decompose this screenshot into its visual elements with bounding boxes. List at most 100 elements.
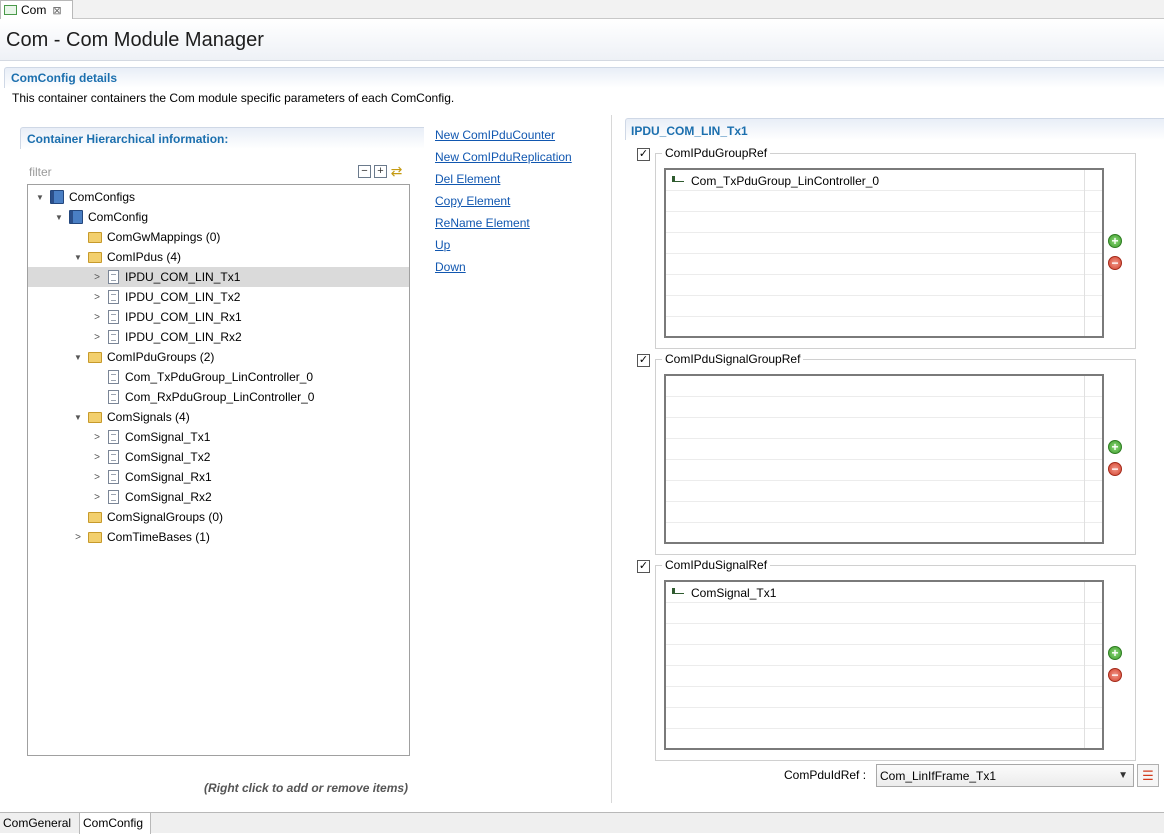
action-link-up[interactable]: Up <box>435 238 572 260</box>
remove-icon[interactable]: − <box>1108 462 1122 476</box>
reference-group-title: ComIPduGroupRef <box>662 146 771 160</box>
tab-comgeneral[interactable]: ComGeneral <box>0 813 80 834</box>
tree-node-label: ComSignal_Rx1 <box>125 470 212 484</box>
chevron-down-icon[interactable]: ▼ <box>34 193 46 202</box>
chevron-down-icon[interactable]: ▼ <box>53 213 65 222</box>
tree-node[interactable]: > IPDU_COM_LIN_Rx1 <box>28 307 409 327</box>
chevron-down-icon[interactable]: ▼ <box>72 353 84 362</box>
tree-node[interactable]: > IPDU_COM_LIN_Rx2 <box>28 327 409 347</box>
reference-list[interactable]: Com_TxPduGroup_LinController_0 <box>664 168 1104 338</box>
tree-node[interactable]: ▼ ComSignals (4) <box>28 407 409 427</box>
chevron-right-icon[interactable]: > <box>72 532 84 543</box>
action-link-rename-element[interactable]: ReName Element <box>435 216 572 238</box>
editor-tab-com[interactable]: Com ⊠ <box>0 0 73 19</box>
tree-node[interactable]: ComGwMappings (0) <box>28 227 409 247</box>
tree-toolbar: − + ⇄ <box>358 164 403 178</box>
chevron-right-icon[interactable]: > <box>91 272 103 283</box>
tree-node[interactable]: > ComSignal_Rx1 <box>28 467 409 487</box>
editor-tab-strip: Com ⊠ <box>0 0 1164 19</box>
action-link-down[interactable]: Down <box>435 260 572 282</box>
collapse-all-icon[interactable]: − <box>358 165 371 178</box>
action-links: New ComIPduCounter New ComIPduReplication… <box>435 128 572 282</box>
action-link-new-comipdureplication[interactable]: New ComIPduReplication <box>435 150 572 172</box>
list-item[interactable]: ComSignal_Tx1 <box>672 586 776 600</box>
chevron-right-icon[interactable]: > <box>91 432 103 443</box>
chevron-down-icon[interactable]: ▼ <box>72 413 84 422</box>
tree-node-label: IPDU_COM_LIN_Rx1 <box>125 310 242 324</box>
list-item-label: Com_TxPduGroup_LinController_0 <box>691 174 880 188</box>
tree-node[interactable]: ▼ ComConfigs <box>28 187 409 207</box>
reference-group: ComIPduGroupRef Com_TxPduGroup_LinControl… <box>655 146 1136 349</box>
tree-node[interactable]: ▼ ComIPdus (4) <box>28 247 409 267</box>
sync-icon[interactable]: ⇄ <box>390 164 403 178</box>
tree-node-label: IPDU_COM_LIN_Rx2 <box>125 330 242 344</box>
close-icon[interactable]: ⊠ <box>52 4 61 17</box>
chevron-right-icon[interactable]: > <box>91 292 103 303</box>
tree-node-label: ComIPdus (4) <box>107 250 182 264</box>
container-icon <box>50 190 64 204</box>
chevron-right-icon[interactable]: > <box>91 452 103 463</box>
tree-node-label: ComSignals (4) <box>107 410 190 424</box>
action-link-copy-element[interactable]: Copy Element <box>435 194 572 216</box>
container-tree[interactable]: ▼ ComConfigs ▼ ComConfig ComGwMappings (0) ▼ C… <box>27 184 410 756</box>
remove-icon[interactable]: − <box>1108 668 1122 682</box>
tree-node-label: ComSignal_Tx2 <box>125 450 211 464</box>
document-icon <box>108 370 119 384</box>
tab-comconfig[interactable]: ComConfig <box>80 813 151 834</box>
expand-all-icon[interactable]: + <box>374 165 387 178</box>
document-icon <box>108 450 119 464</box>
document-icon <box>108 310 119 324</box>
checkbox-comipdugroupref[interactable]: ✓ <box>637 148 650 161</box>
document-icon <box>108 470 119 484</box>
chevron-right-icon[interactable]: > <box>91 312 103 323</box>
tree-node-label: ComSignal_Rx2 <box>125 490 212 504</box>
tree-node[interactable]: > IPDU_COM_LIN_Tx2 <box>28 287 409 307</box>
tree-hint: (Right click to add or remove items) <box>204 781 409 795</box>
tree-node[interactable]: > ComSignal_Rx2 <box>28 487 409 507</box>
tree-node[interactable]: ComSignalGroups (0) <box>28 507 409 527</box>
reference-group-title: ComIPduSignalGroupRef <box>662 352 804 366</box>
tree-node[interactable]: > ComSignal_Tx2 <box>28 447 409 467</box>
folder-icon <box>88 531 102 543</box>
tree-node[interactable]: ▼ ComConfig <box>28 207 409 227</box>
list-column-divider <box>1084 376 1085 542</box>
tree-node[interactable]: Com_TxPduGroup_LinController_0 <box>28 367 409 387</box>
list-icon[interactable]: ☰ <box>1137 764 1159 787</box>
chevron-down-icon: ▼ <box>1118 770 1128 781</box>
editor-header: Com - Com Module Manager <box>0 19 1164 61</box>
add-icon[interactable]: + <box>1108 440 1122 454</box>
section-description: This container containers the Com module… <box>12 91 455 105</box>
folder-icon <box>88 411 102 423</box>
reference-list[interactable] <box>664 374 1104 544</box>
pdu-id-ref-select[interactable]: Com_LinIfFrame_Tx1 ▼ <box>876 764 1134 787</box>
tree-node[interactable]: > ComTimeBases (1) <box>28 527 409 547</box>
tree-node[interactable]: > IPDU_COM_LIN_Tx1 <box>28 267 409 287</box>
pdu-id-ref-value: Com_LinIfFrame_Tx1 <box>880 769 997 783</box>
tree-node-label: ComConfigs <box>69 190 136 204</box>
add-icon[interactable]: + <box>1108 234 1122 248</box>
editor-icon <box>4 5 17 15</box>
tree-node[interactable]: ▼ ComIPduGroups (2) <box>28 347 409 367</box>
list-item-label: ComSignal_Tx1 <box>691 586 777 600</box>
add-icon[interactable]: + <box>1108 646 1122 660</box>
tree-node-label: Com_RxPduGroup_LinController_0 <box>125 390 315 404</box>
reference-icon <box>672 588 684 594</box>
pdu-id-ref-label: ComPduIdRef : <box>784 768 867 782</box>
filter-input[interactable]: filter <box>29 165 52 179</box>
reference-list[interactable]: ComSignal_Tx1 <box>664 580 1104 750</box>
chevron-right-icon[interactable]: > <box>91 332 103 343</box>
action-link-new-comipducounter[interactable]: New ComIPduCounter <box>435 128 572 150</box>
remove-icon[interactable]: − <box>1108 256 1122 270</box>
chevron-down-icon[interactable]: ▼ <box>72 253 84 262</box>
chevron-right-icon[interactable]: > <box>91 492 103 503</box>
list-item[interactable]: Com_TxPduGroup_LinController_0 <box>672 174 879 188</box>
reference-group: ComIPduSignalGroupRef + − <box>655 352 1136 555</box>
action-link-del-element[interactable]: Del Element <box>435 172 572 194</box>
chevron-right-icon[interactable]: > <box>91 472 103 483</box>
tree-node[interactable]: Com_RxPduGroup_LinController_0 <box>28 387 409 407</box>
tree-node[interactable]: > ComSignal_Tx1 <box>28 427 409 447</box>
checkbox-comipdusignalgroupref[interactable]: ✓ <box>637 354 650 367</box>
list-column-divider <box>1084 170 1085 336</box>
list-column-divider <box>1084 582 1085 748</box>
checkbox-comipdusignalref[interactable]: ✓ <box>637 560 650 573</box>
